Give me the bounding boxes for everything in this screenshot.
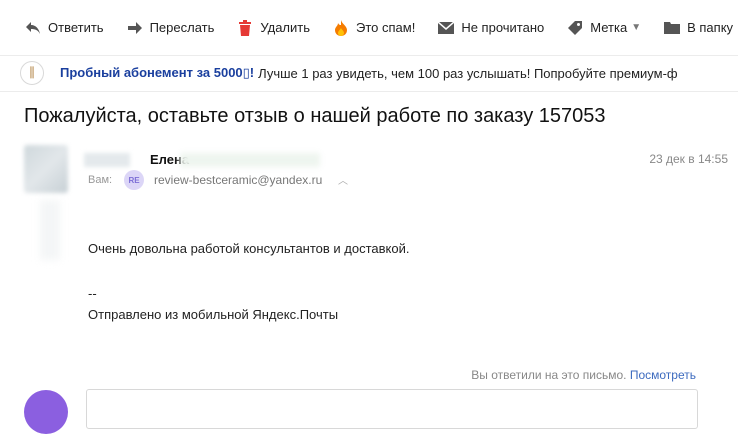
- promo-title[interactable]: Пробный абонемент за 5000▯!: [60, 65, 254, 81]
- email-signature: Отправлено из мобильной Яндекс.Почты: [88, 307, 339, 322]
- divider: [0, 91, 738, 92]
- label-button[interactable]: Метка ▼: [566, 19, 641, 37]
- fire-icon: [332, 19, 350, 37]
- reply-label: Ответить: [48, 20, 104, 35]
- unread-label: Не прочитано: [461, 20, 545, 35]
- sender-avatar[interactable]: [24, 145, 68, 193]
- trash-icon: [236, 19, 254, 37]
- reply-button[interactable]: Ответить: [24, 19, 104, 37]
- chevron-down-icon: ▼: [631, 22, 642, 33]
- to-label: Вам:: [88, 174, 113, 186]
- quick-reply-input[interactable]: [86, 389, 698, 429]
- mark-unread-button[interactable]: Не прочитано: [437, 19, 544, 37]
- folder-label: В папку: [687, 20, 734, 35]
- reply-notice: Вы ответили на это письмо. Посмотреть: [471, 368, 696, 382]
- sender-email-redacted: [180, 153, 320, 167]
- signature-separator: --: [88, 286, 97, 301]
- promo-logo-icon: ∥: [20, 61, 44, 85]
- email-body-text: Очень довольна работой консультантов и д…: [88, 241, 410, 256]
- move-to-folder-button[interactable]: В папку ▼: [663, 19, 738, 37]
- reply-icon: [24, 19, 42, 37]
- label-label: Метка: [590, 20, 628, 35]
- delete-label: Удалить: [260, 20, 311, 35]
- email-date: 23 дек в 14:55: [649, 152, 728, 166]
- redacted-area: [40, 200, 60, 260]
- folder-icon: [663, 19, 681, 37]
- recipient-avatar: RE: [124, 170, 144, 190]
- recipient-email[interactable]: review-bestceramic@yandex.ru: [154, 173, 322, 187]
- sender-name-redacted: [84, 153, 130, 167]
- spam-label: Это спам!: [356, 20, 416, 35]
- forward-button[interactable]: Переслать: [126, 19, 215, 37]
- spam-button[interactable]: Это спам!: [332, 19, 415, 37]
- user-avatar: [24, 390, 68, 434]
- promo-banner[interactable]: ∥ Пробный абонемент за 5000▯! Лучше 1 ра…: [0, 57, 738, 89]
- forward-label: Переслать: [149, 20, 215, 35]
- forward-icon: [126, 19, 144, 37]
- tag-icon: [566, 19, 584, 37]
- delete-button[interactable]: Удалить: [236, 19, 310, 37]
- chevron-up-icon[interactable]: ︿: [338, 172, 348, 187]
- promo-text: Лучше 1 раз увидеть, чем 100 раз услышат…: [258, 65, 678, 81]
- envelope-icon: [437, 19, 455, 37]
- email-subject: Пожалуйста, оставьте отзыв о нашей работ…: [24, 105, 606, 127]
- view-reply-link[interactable]: Посмотреть: [630, 368, 696, 382]
- mail-toolbar: Ответить Переслать Удалить Это спам! Не …: [0, 0, 738, 56]
- reply-notice-text: Вы ответили на это письмо.: [471, 368, 627, 382]
